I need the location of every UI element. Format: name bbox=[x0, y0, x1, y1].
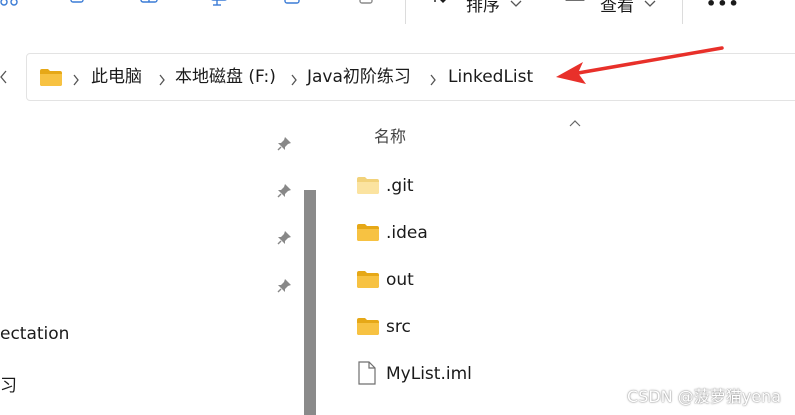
document-icon bbox=[358, 361, 376, 389]
breadcrumb-java-folder[interactable]: Java初阶练习 bbox=[307, 66, 411, 88]
pin-icon[interactable] bbox=[276, 230, 292, 246]
folder-icon bbox=[356, 270, 380, 293]
list-item[interactable]: src bbox=[326, 308, 795, 348]
share-icon[interactable] bbox=[0, 0, 22, 12]
chevron-right-icon bbox=[429, 71, 437, 90]
sort-ascending-icon bbox=[569, 114, 581, 133]
file-name: src bbox=[386, 317, 411, 337]
chevron-right-icon bbox=[72, 71, 80, 90]
scrollbar-thumb[interactable] bbox=[304, 190, 316, 415]
copy-icon[interactable] bbox=[66, 0, 88, 12]
breadcrumb-this-pc[interactable]: 此电脑 bbox=[91, 66, 142, 88]
breadcrumb-current-folder[interactable]: LinkedList bbox=[448, 66, 533, 88]
nav-item[interactable]: 习 bbox=[0, 371, 17, 396]
pin-icon[interactable] bbox=[276, 183, 292, 199]
pin-icon[interactable] bbox=[276, 278, 292, 294]
view-button[interactable]: 查看 bbox=[600, 0, 634, 16]
column-header-name[interactable]: 名称 bbox=[374, 123, 406, 147]
pin-icon[interactable] bbox=[276, 136, 292, 152]
paste-icon[interactable] bbox=[138, 0, 160, 12]
rename-icon[interactable] bbox=[209, 0, 231, 12]
toolbar-divider bbox=[682, 0, 683, 24]
list-item[interactable]: out bbox=[326, 261, 795, 301]
sort-icon[interactable] bbox=[430, 0, 452, 12]
folder-icon bbox=[356, 223, 380, 246]
list-item[interactable]: .idea bbox=[326, 214, 795, 254]
folder-icon bbox=[39, 68, 63, 91]
file-name: out bbox=[386, 270, 414, 290]
breadcrumb-local-disk[interactable]: 本地磁盘 (F:) bbox=[175, 66, 276, 88]
watermark: CSDN @菠萝猫yena bbox=[627, 387, 781, 406]
chevron-left-icon[interactable] bbox=[0, 69, 8, 88]
folder-icon bbox=[356, 176, 380, 199]
annotation-arrow bbox=[556, 46, 724, 84]
toolbar-divider bbox=[405, 0, 406, 24]
list-item[interactable]: .git bbox=[326, 167, 795, 207]
navigation-pane: ectation 习 bbox=[0, 112, 325, 415]
more-options-button[interactable]: ••• bbox=[706, 0, 740, 13]
share-arrow-icon[interactable] bbox=[283, 0, 305, 12]
file-name: .git bbox=[386, 176, 414, 196]
chevron-down-icon[interactable] bbox=[644, 0, 656, 13]
file-name: MyList.iml bbox=[386, 364, 472, 384]
file-name: .idea bbox=[386, 223, 428, 243]
chevron-right-icon bbox=[290, 71, 298, 90]
folder-icon bbox=[356, 317, 380, 340]
chevron-down-icon[interactable] bbox=[510, 0, 522, 13]
command-toolbar: 排序 查看 ••• bbox=[0, 0, 795, 28]
nav-item[interactable]: ectation bbox=[0, 324, 69, 344]
chevron-right-icon bbox=[158, 71, 166, 90]
delete-icon[interactable] bbox=[355, 0, 377, 12]
file-list: 名称 .git .idea out src MyList.iml bbox=[326, 112, 795, 415]
view-icon[interactable] bbox=[564, 0, 586, 12]
sort-button[interactable]: 排序 bbox=[466, 0, 500, 16]
